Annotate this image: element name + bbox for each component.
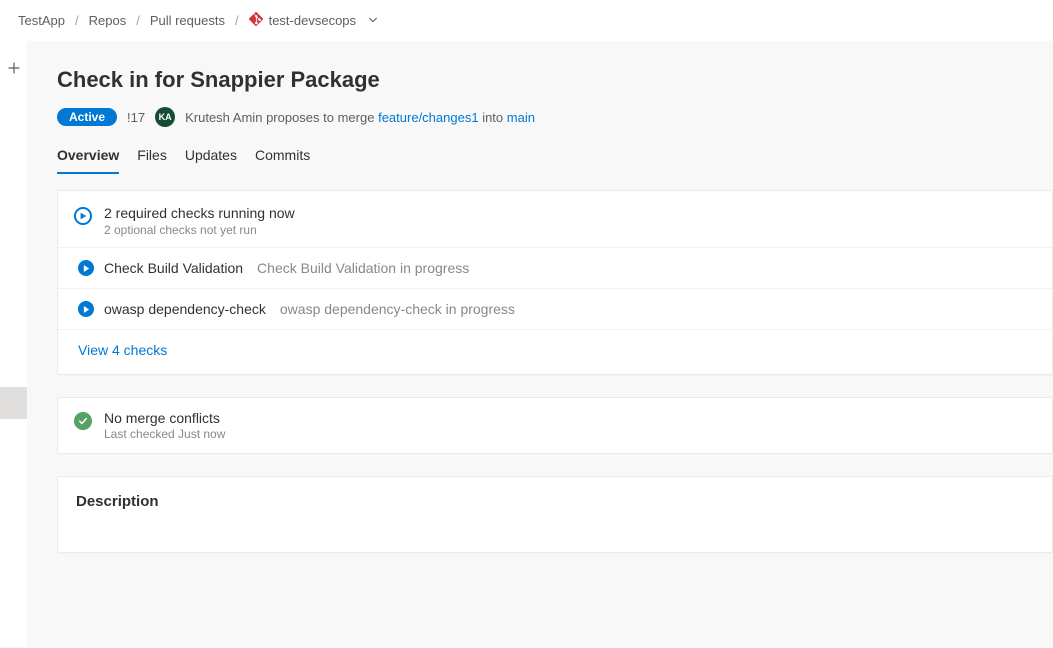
- pr-title: Check in for Snappier Package: [57, 67, 1053, 93]
- checks-card: 2 required checks running now 2 optional…: [57, 190, 1053, 375]
- rail-item-active[interactable]: [0, 387, 27, 419]
- check-row[interactable]: owasp dependency-check owasp dependency-…: [58, 288, 1052, 329]
- breadcrumb-prs[interactable]: Pull requests: [150, 13, 225, 28]
- description-card: Description: [57, 476, 1053, 553]
- pr-id: !17: [127, 110, 145, 125]
- pr-content: Check in for Snappier Package Active !17…: [27, 41, 1053, 647]
- checkmark-icon: [74, 412, 92, 430]
- git-icon: [249, 12, 263, 29]
- pr-tabs: Overview Files Updates Commits: [57, 145, 1053, 174]
- avatar[interactable]: KA: [155, 107, 175, 127]
- description-heading: Description: [76, 493, 1034, 510]
- check-row[interactable]: Check Build Validation Check Build Valid…: [58, 247, 1052, 288]
- proposes-text: proposes to merge: [266, 110, 374, 125]
- play-icon: [78, 301, 94, 317]
- check-status: Check Build Validation in progress: [257, 260, 469, 276]
- view-all-checks-row: View 4 checks: [58, 329, 1052, 374]
- into-text: into: [482, 110, 503, 125]
- play-icon: [78, 260, 94, 276]
- view-all-checks-link[interactable]: View 4 checks: [78, 342, 167, 358]
- breadcrumb-app[interactable]: TestApp: [18, 13, 65, 28]
- checks-subtitle: 2 optional checks not yet run: [104, 223, 295, 237]
- merge-status-subtitle: Last checked Just now: [104, 427, 225, 441]
- check-name: Check Build Validation: [104, 260, 243, 276]
- breadcrumb-repo-picker[interactable]: test-devsecops: [249, 12, 378, 29]
- tab-commits[interactable]: Commits: [255, 145, 310, 173]
- new-pr-button[interactable]: [5, 59, 23, 77]
- rail-item[interactable]: [0, 189, 27, 235]
- tab-updates[interactable]: Updates: [185, 145, 237, 173]
- merge-conflicts-card: No merge conflicts Last checked Just now: [57, 397, 1053, 454]
- tab-overview[interactable]: Overview: [57, 145, 119, 173]
- breadcrumb-sep: /: [136, 13, 140, 28]
- breadcrumb-sep: /: [235, 13, 239, 28]
- running-icon: [74, 207, 92, 225]
- source-branch-link[interactable]: feature/changes1: [378, 110, 478, 125]
- status-badge: Active: [57, 108, 117, 126]
- pr-merge-summary: Krutesh Amin proposes to merge feature/c…: [185, 110, 535, 125]
- left-rail: [0, 41, 27, 647]
- breadcrumb-sep: /: [75, 13, 79, 28]
- tab-files[interactable]: Files: [137, 145, 167, 173]
- breadcrumb: TestApp / Repos / Pull requests / test-d…: [0, 0, 1053, 41]
- chevron-down-icon: [368, 13, 378, 28]
- pr-meta: Active !17 KA Krutesh Amin proposes to m…: [57, 107, 1053, 127]
- check-name: owasp dependency-check: [104, 301, 266, 317]
- breadcrumb-repos[interactable]: Repos: [89, 13, 127, 28]
- merge-status-title: No merge conflicts: [104, 410, 225, 426]
- check-status: owasp dependency-check in progress: [280, 301, 515, 317]
- author-name: Krutesh Amin: [185, 110, 262, 125]
- checks-title: 2 required checks running now: [104, 205, 295, 221]
- target-branch-link[interactable]: main: [507, 110, 535, 125]
- breadcrumb-repo-name: test-devsecops: [269, 13, 356, 28]
